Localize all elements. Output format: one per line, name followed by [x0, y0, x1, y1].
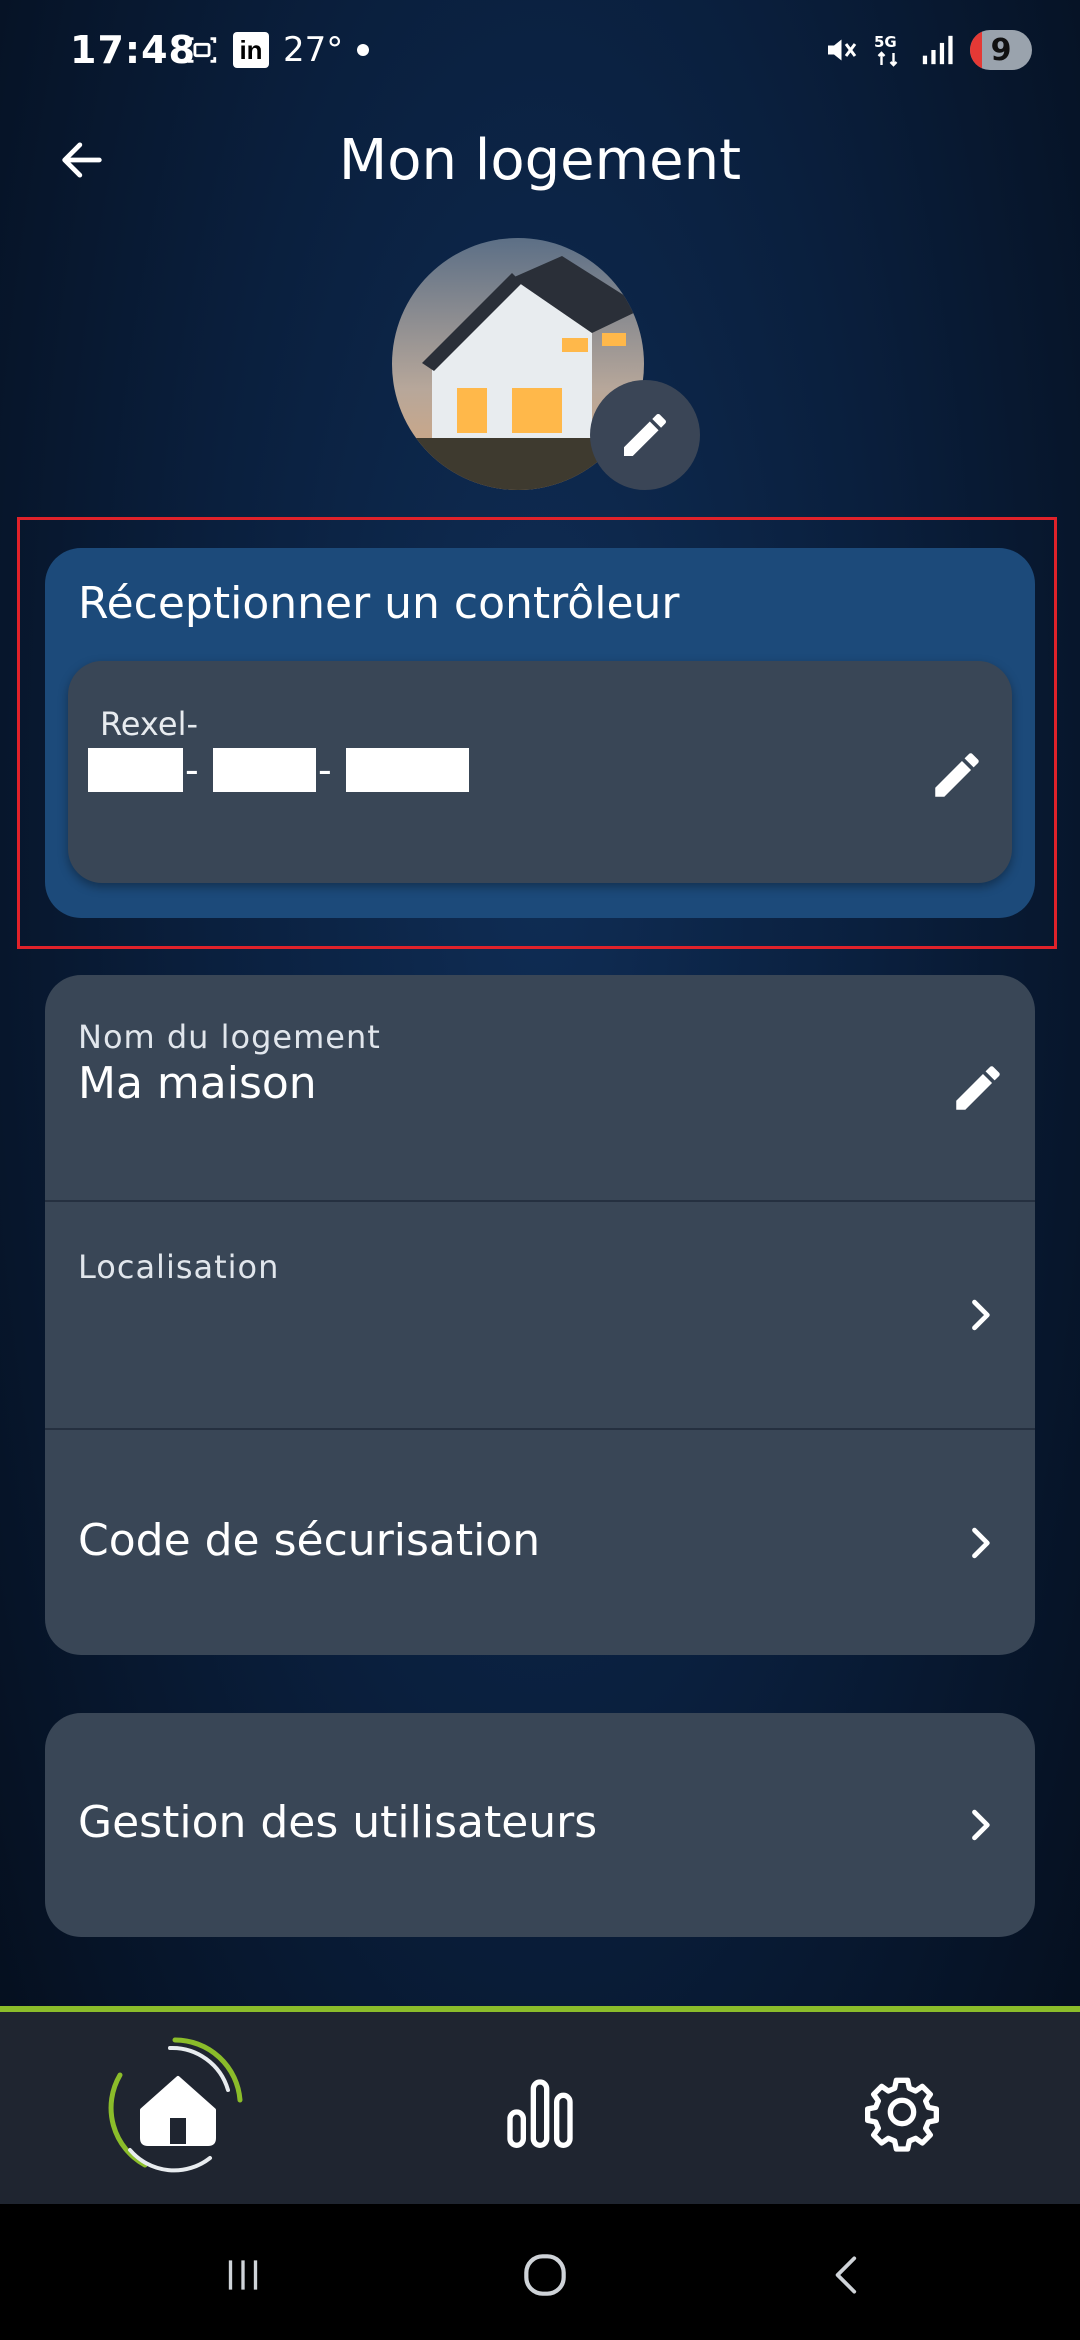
nav-stats-button[interactable]: [500, 2072, 580, 2152]
recent-apps-button[interactable]: [203, 2240, 283, 2310]
mute-icon: [828, 39, 857, 61]
chevron-right-icon: [945, 1508, 1015, 1578]
signal-icon: [922, 35, 953, 65]
page-title: Mon logement: [338, 128, 742, 193]
battery-icon: 9: [970, 30, 1032, 70]
chevron-right-icon: [945, 1790, 1015, 1860]
status-right-icons: 5G 9: [822, 30, 1032, 70]
security-code-label: Code de sécurisation: [78, 1515, 541, 1566]
edit-photo-button[interactable]: [590, 380, 700, 490]
pencil-icon: [624, 413, 667, 456]
status-time: 17:48: [70, 28, 196, 72]
user-management-label: Gestion des utilisateurs: [78, 1797, 598, 1848]
home-circle-icon: [524, 2254, 566, 2296]
back-system-button[interactable]: [808, 2240, 888, 2310]
status-left-icons: in 27°: [185, 30, 370, 70]
home-name-label: Nom du logement: [78, 1018, 381, 1056]
location-label: Localisation: [78, 1248, 280, 1286]
highlight-frame: [17, 517, 1057, 949]
nav-home-button[interactable]: [100, 2030, 250, 2180]
home-name-value: Ma maison: [78, 1058, 317, 1109]
temperature: 27°: [283, 30, 344, 70]
nav-settings-button[interactable]: [862, 2072, 942, 2152]
recent-apps-icon: [228, 2260, 258, 2290]
bar-chart-icon: [507, 2079, 573, 2148]
linkedin-icon: in: [233, 32, 269, 68]
back-chevron-icon: [835, 2256, 857, 2294]
location-row[interactable]: [45, 1202, 1035, 1428]
svg-text:5G: 5G: [874, 33, 897, 51]
edit-home-name-button[interactable]: [943, 1053, 1013, 1123]
gear-icon: [865, 2077, 939, 2152]
home-icon: [108, 2037, 243, 2173]
pencil-icon: [956, 1066, 1000, 1110]
chevron-right-icon: [945, 1280, 1015, 1350]
screenshot-icon: [187, 37, 217, 63]
home-system-button[interactable]: [505, 2240, 585, 2310]
notification-dot-icon: [357, 44, 370, 56]
network-5g-icon: 5G: [874, 33, 898, 67]
